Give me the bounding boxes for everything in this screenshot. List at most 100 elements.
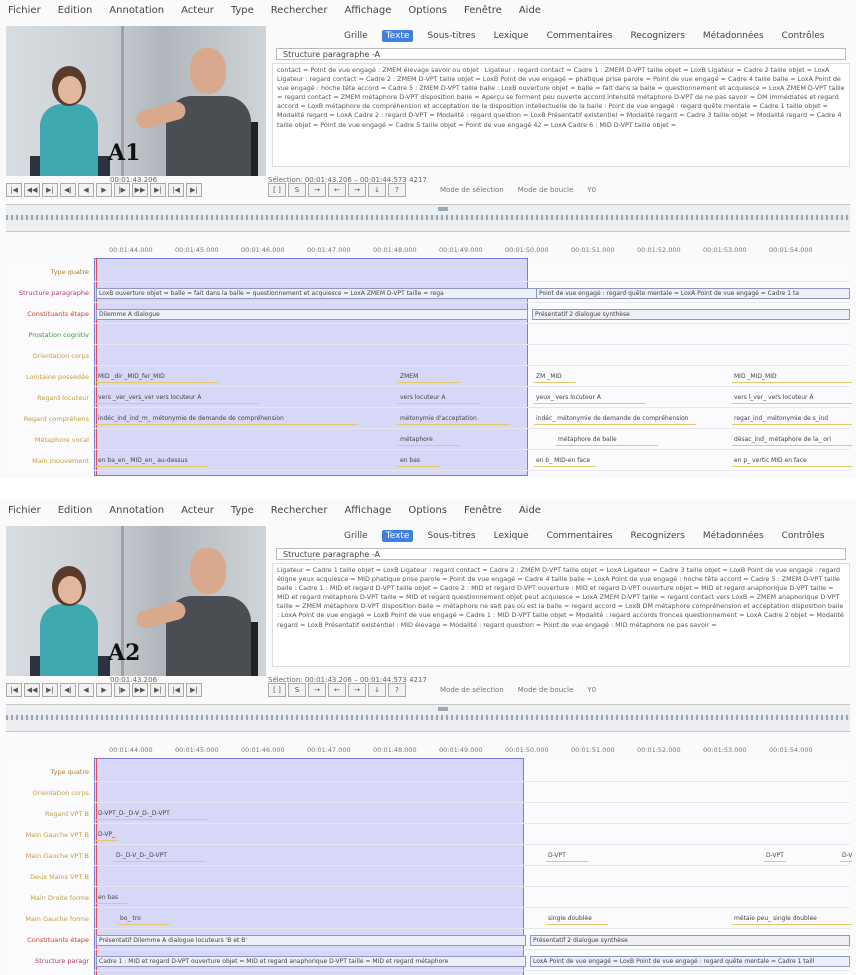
tab-grille[interactable]: Grille xyxy=(340,530,372,542)
annotation[interactable]: Dilemme A dialogue xyxy=(96,309,528,320)
waveform-overview[interactable] xyxy=(6,704,850,732)
transport-button[interactable]: ▶| xyxy=(150,183,166,197)
transport-button[interactable]: |▶ xyxy=(114,683,130,697)
selection-button[interactable]: ↓ xyxy=(368,183,386,197)
selection-button[interactable]: → xyxy=(308,683,326,697)
overview-cursor[interactable] xyxy=(438,707,448,711)
menu-edition[interactable]: Edition xyxy=(58,5,93,16)
transport-button[interactable]: ▶ xyxy=(96,183,112,197)
annotation[interactable]: vers l_ver_ vers locuteur A xyxy=(732,393,852,404)
transport-button[interactable]: |◀ xyxy=(6,183,22,197)
menu-fichier[interactable]: Fichier xyxy=(8,5,41,16)
transport-button[interactable]: ▶| xyxy=(42,183,58,197)
tier-label[interactable]: Structure paragr xyxy=(6,955,92,968)
loop-mode-checkbox[interactable]: Mode de boucle xyxy=(518,686,574,694)
tier-label[interactable]: Main Droite forme xyxy=(6,892,92,905)
transport-button[interactable]: |◀ xyxy=(168,183,184,197)
annotation[interactable]: métonymie d'acceptation xyxy=(398,414,510,425)
transport-button[interactable]: ▶| xyxy=(186,683,202,697)
menu-rechercher[interactable]: Rechercher xyxy=(271,5,328,16)
tab-recognizers[interactable]: Recognizers xyxy=(626,30,688,42)
selection-button[interactable]: S xyxy=(288,183,306,197)
tab-lexique[interactable]: Lexique xyxy=(490,30,533,42)
annotation[interactable]: bo_ tro xyxy=(118,914,170,925)
transport-button[interactable]: |◀ xyxy=(168,683,184,697)
selection-mode-checkbox[interactable]: Mode de sélection xyxy=(440,186,504,194)
annotation[interactable]: MID _dir _MID_fer_MID xyxy=(96,372,218,383)
tier-label[interactable]: Prostation cognitiv xyxy=(6,329,92,342)
tier-label[interactable]: Regard locuteur xyxy=(6,392,92,405)
selection-mode-checkbox[interactable]: Mode de sélection xyxy=(440,686,504,694)
tier-label[interactable]: Main Gauche VPT B xyxy=(6,829,92,842)
annotation[interactable]: indéc_ind_ind_m_ métonymie de demande de… xyxy=(96,414,358,425)
annotation[interactable]: D-VP_ xyxy=(96,830,118,841)
transport-button[interactable]: ▶| xyxy=(150,683,166,697)
tier-label[interactable]: Structure paragraphe xyxy=(6,287,92,300)
menu-options[interactable]: Options xyxy=(408,5,447,16)
tab-commentaires[interactable]: Commentaires xyxy=(543,530,617,542)
transport-button[interactable]: ▶▶ xyxy=(132,683,148,697)
tier-label[interactable]: Constituants étape xyxy=(6,308,92,321)
menu-affichage[interactable]: Affichage xyxy=(344,505,391,516)
tier-label[interactable]: Constituants étape xyxy=(6,934,92,947)
menu-affichage[interactable]: Affichage xyxy=(344,5,391,16)
annotation[interactable]: métaphore xyxy=(398,435,460,446)
annotation[interactable]: en bas xyxy=(398,456,440,467)
selection-button[interactable]: → xyxy=(348,183,366,197)
selection-button[interactable]: ← xyxy=(328,183,346,197)
selection-button[interactable]: ← xyxy=(328,683,346,697)
selection-button[interactable]: ? xyxy=(388,683,406,697)
overview-cursor[interactable] xyxy=(438,207,448,211)
tab-lexique[interactable]: Lexique xyxy=(490,530,533,542)
menu-options[interactable]: Options xyxy=(408,505,447,516)
tier-label[interactable]: Lointaine possédée xyxy=(6,371,92,384)
annotation[interactable]: vers locuteur A xyxy=(398,393,480,404)
annotation[interactable]: en p_ vertic MID en face xyxy=(732,456,852,467)
transport-button[interactable]: ▶| xyxy=(42,683,58,697)
tab-sous-titres[interactable]: Sous-titres xyxy=(423,30,479,42)
selection-button[interactable]: ? xyxy=(388,183,406,197)
menu-aide[interactable]: Aide xyxy=(519,5,541,16)
tier-label[interactable]: Main Gauche forme xyxy=(6,913,92,926)
annotation[interactable]: ZM _MID xyxy=(534,372,576,383)
selection-button[interactable]: → xyxy=(308,183,326,197)
transport-button[interactable]: ▶ xyxy=(96,683,112,697)
tab-texte[interactable]: Texte xyxy=(381,530,414,542)
menu-type[interactable]: Type xyxy=(231,505,254,516)
annotation[interactable]: LoxA Point de vue engagé = LoxB Point de… xyxy=(530,956,850,967)
tab-grille[interactable]: Grille xyxy=(340,30,372,42)
transport-button[interactable]: ◀ xyxy=(78,183,94,197)
waveform-overview[interactable] xyxy=(6,204,850,232)
transport-button[interactable]: ◀◀ xyxy=(24,183,40,197)
annotation[interactable]: en ba_en_ MID_en_ au-dessus xyxy=(96,456,208,467)
tier-label[interactable]: Deux Mains VPT B xyxy=(6,871,92,884)
menu-annotation[interactable]: Annotation xyxy=(109,505,164,516)
transport-button[interactable]: ◀◀ xyxy=(24,683,40,697)
tier-label[interactable]: Regard VPT B xyxy=(6,808,92,821)
menu-acteur[interactable]: Acteur xyxy=(181,5,214,16)
transport-button[interactable]: ◀| xyxy=(60,183,76,197)
annotation[interactable]: métaie peu_ single doublée xyxy=(732,914,852,925)
annotation[interactable]: Présentatif Dilemme A dialogue locuteurs… xyxy=(96,935,526,946)
menu-aide[interactable]: Aide xyxy=(519,505,541,516)
annotation[interactable]: D-VPT_D-_D-V_D-_D-VPT xyxy=(96,809,208,820)
menu-fenetre[interactable]: Fenêtre xyxy=(464,505,502,516)
selection-button[interactable]: → xyxy=(348,683,366,697)
tier-label[interactable]: Orientation corps xyxy=(6,350,92,363)
tab-recognizers[interactable]: Recognizers xyxy=(626,530,688,542)
tier-label[interactable]: Orientation corps xyxy=(6,787,92,800)
tier-select[interactable]: Structure paragraphe -A xyxy=(276,548,846,560)
menu-edition[interactable]: Edition xyxy=(58,505,93,516)
menu-rechercher[interactable]: Rechercher xyxy=(271,505,328,516)
annotation[interactable]: regar_ind_ métonymie de s_ind xyxy=(732,414,852,425)
loop-mode-checkbox[interactable]: Mode de boucle xyxy=(518,186,574,194)
annotation[interactable]: yeux_ vers locuteur A xyxy=(534,393,646,404)
annotation[interactable]: Point de vue engagé : regard quête menta… xyxy=(536,288,850,299)
tab-contr-les[interactable]: Contrôles xyxy=(778,30,829,42)
annotation[interactable]: MID _MID_MID xyxy=(732,372,852,383)
menu-fichier[interactable]: Fichier xyxy=(8,505,41,516)
transport-button[interactable]: ◀ xyxy=(78,683,94,697)
annotation[interactable]: désac_ind_ métaphore de la_ ori xyxy=(732,435,852,446)
menu-type[interactable]: Type xyxy=(231,5,254,16)
annotation[interactable]: ZMEM xyxy=(398,372,460,383)
